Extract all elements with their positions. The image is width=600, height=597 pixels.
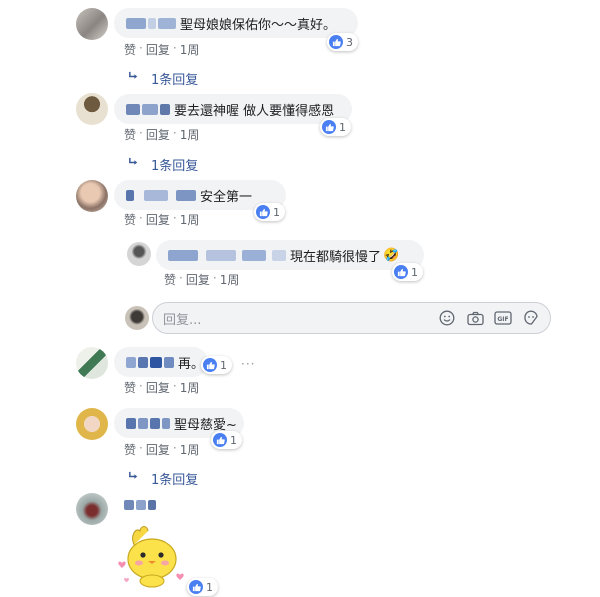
comment-text: 聖母慈愛~ — [174, 417, 237, 433]
like-icon — [329, 35, 343, 49]
view-replies-link[interactable]: 1条回复 — [128, 469, 198, 488]
timestamp[interactable]: 1周 — [180, 441, 200, 458]
reaction-count[interactable]: 1 — [211, 431, 242, 449]
avatar[interactable] — [76, 8, 108, 40]
like-button[interactable]: 赞 — [164, 271, 176, 288]
avatar[interactable] — [76, 180, 108, 212]
svg-text:GIF: GIF — [497, 316, 508, 323]
reply-button[interactable]: 回复 — [146, 41, 170, 58]
comment-bubble: 要去還神喔 做人要懂得感恩 — [114, 94, 352, 124]
reply-placeholder: 回复... — [163, 312, 202, 328]
reaction-count[interactable]: 1 — [320, 118, 351, 136]
comment-actions: 赞 · 回复 · 1周 — [124, 41, 200, 58]
comment-text: 要去還神喔 做人要懂得感恩 — [174, 103, 335, 119]
avatar[interactable] — [76, 347, 108, 379]
like-button[interactable]: 赞 — [124, 41, 136, 58]
avatar[interactable] — [76, 408, 108, 440]
author-name[interactable] — [126, 417, 170, 429]
comment-bubble: 再。 — [114, 347, 208, 377]
comment-actions: 赞 · 回复 · 1周 — [124, 126, 200, 143]
comment-actions: 赞 · 回复 · 1周 — [124, 211, 200, 228]
reply-button[interactable]: 回复 — [146, 126, 170, 143]
author-name[interactable] — [124, 500, 156, 510]
reply-button[interactable]: 回复 — [186, 271, 210, 288]
reaction-count[interactable]: 3 — [327, 33, 358, 51]
like-button[interactable]: 赞 — [124, 126, 136, 143]
reaction-count[interactable]: 1 — [392, 263, 423, 281]
timestamp[interactable]: 1周 — [180, 126, 200, 143]
emoji-icon[interactable] — [438, 309, 456, 327]
reply-arrow-icon — [128, 71, 139, 86]
like-button[interactable]: 赞 — [124, 211, 136, 228]
timestamp[interactable]: 1周 — [220, 271, 240, 288]
like-icon — [189, 580, 203, 594]
comment-text: 再。 — [178, 356, 205, 372]
like-icon — [256, 205, 270, 219]
reply-button[interactable]: 回复 — [146, 379, 170, 396]
camera-icon[interactable] — [466, 309, 484, 327]
like-icon — [213, 433, 227, 447]
reply-arrow-icon — [128, 471, 139, 486]
reaction-count[interactable]: 1 — [254, 203, 285, 221]
laughing-emoji: 🤣 — [383, 247, 400, 263]
like-button[interactable]: 赞 — [124, 379, 136, 396]
view-replies-link[interactable]: 1条回复 — [128, 69, 198, 88]
comment-bubble: 聖母娘娘保佑你～～真好。 — [114, 8, 358, 38]
reply-bubble: 現在都騎很慢了 🤣 — [156, 240, 424, 270]
gif-icon[interactable]: GIF — [494, 309, 512, 327]
current-user-avatar — [125, 306, 149, 330]
sticker-icon[interactable] — [522, 309, 540, 327]
like-icon — [394, 265, 408, 279]
more-icon[interactable]: ··· — [241, 357, 255, 371]
author-name[interactable] — [168, 249, 286, 261]
comment-actions: 赞 · 回复 · 1周 — [124, 379, 200, 396]
comment-text: 聖母娘娘保佑你～～真好。 — [180, 17, 337, 33]
reply-button[interactable]: 回复 — [146, 441, 170, 458]
reply-actions: 赞 · 回复 · 1周 — [164, 271, 240, 288]
author-name[interactable] — [126, 356, 174, 368]
author-name[interactable] — [126, 103, 170, 115]
timestamp[interactable]: 1周 — [180, 41, 200, 58]
chick-sticker[interactable] — [112, 515, 192, 590]
timestamp[interactable]: 1周 — [180, 379, 200, 396]
comment-actions: 赞 · 回复 · 1周 — [124, 441, 200, 458]
view-replies-link[interactable]: 1条回复 — [128, 155, 198, 174]
avatar[interactable] — [76, 93, 108, 125]
reply-input[interactable]: 回复... GIF — [152, 302, 551, 334]
avatar[interactable] — [76, 493, 108, 525]
comment-text: 安全第一 — [200, 189, 253, 205]
like-icon — [322, 120, 336, 134]
author-name[interactable] — [126, 189, 196, 201]
reaction-count[interactable]: 1 — [201, 356, 232, 374]
timestamp[interactable]: 1周 — [180, 211, 200, 228]
reply-button[interactable]: 回复 — [146, 211, 170, 228]
reply-arrow-icon — [128, 157, 139, 172]
reaction-count[interactable]: 1 — [187, 578, 218, 596]
comment-text: 現在都騎很慢了 — [290, 249, 382, 265]
like-button[interactable]: 赞 — [124, 441, 136, 458]
avatar[interactable] — [127, 242, 151, 266]
like-icon — [203, 358, 217, 372]
author-name[interactable] — [126, 17, 176, 29]
